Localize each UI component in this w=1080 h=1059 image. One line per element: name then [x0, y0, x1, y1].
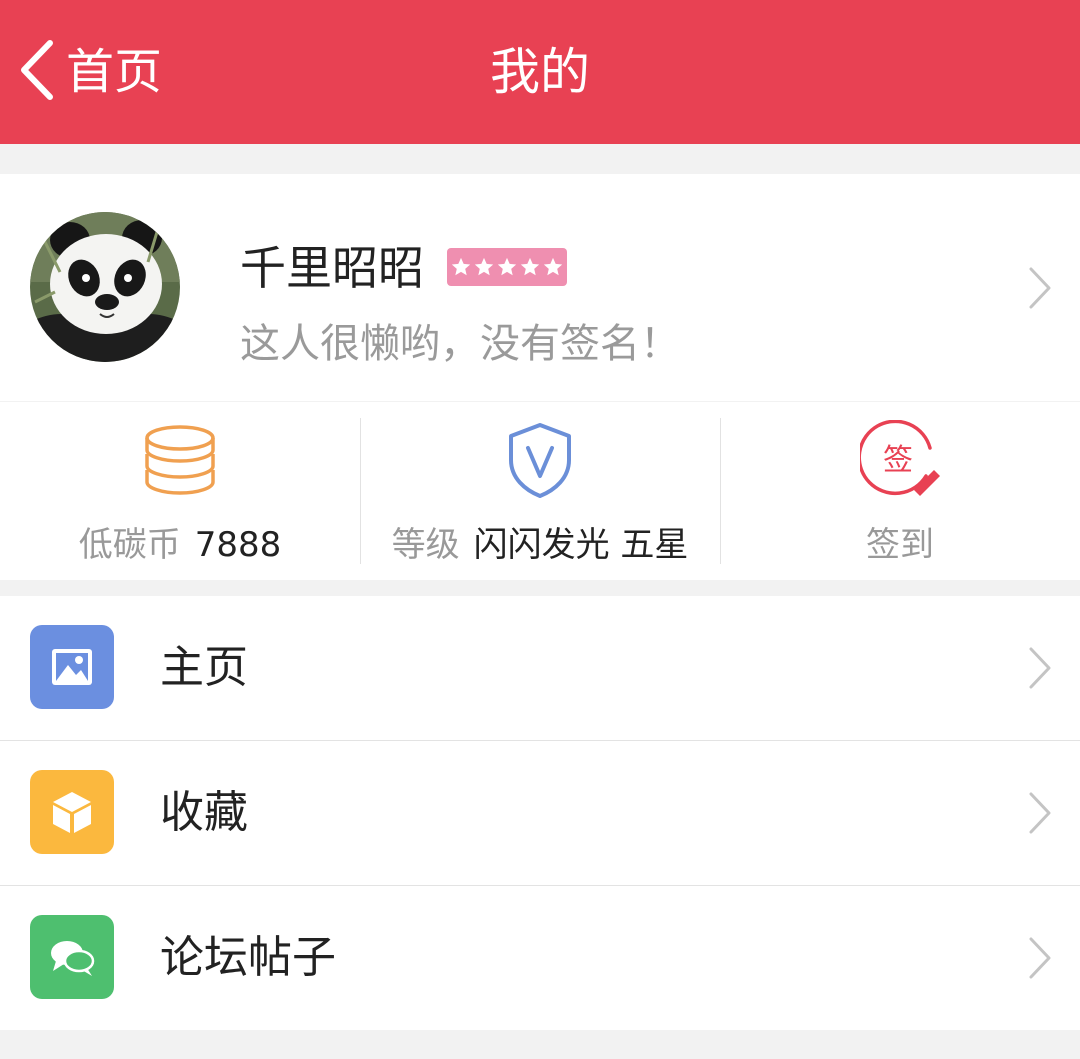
coins-label: 低碳币 — [78, 525, 181, 565]
box-icon — [30, 770, 114, 854]
chevron-right-icon — [1028, 646, 1052, 690]
chevron-right-icon — [1028, 791, 1052, 835]
coins-value: 7888 — [194, 525, 282, 565]
menu-item-forum-posts[interactable]: 论坛帖子 — [0, 885, 1080, 1030]
menu-label-favorites: 收藏 — [160, 787, 248, 838]
image-icon — [30, 625, 114, 709]
coin-stack-icon — [140, 420, 220, 500]
menu-label-home: 主页 — [160, 642, 248, 693]
page-title: 我的 — [490, 43, 590, 101]
level-value: 闪闪发光 五星 — [473, 525, 689, 565]
signature: 这人很懒哟，没有签名！ — [240, 321, 680, 367]
star-icon — [497, 257, 517, 276]
stats-row: 低碳币 7888 等级 闪闪发光 五星 签 签到 — [0, 402, 1080, 580]
chevron-right-icon — [1028, 266, 1052, 310]
panda-avatar-icon — [30, 212, 180, 362]
sign-in-icon: 签 — [860, 420, 940, 500]
level-label: 等级 — [391, 525, 460, 565]
chevron-right-icon — [1028, 936, 1052, 980]
signin-stat[interactable]: 签 签到 — [720, 402, 1080, 580]
menu-list: 主页 收藏 论坛帖子 — [0, 596, 1080, 1030]
shield-v-icon — [500, 420, 580, 500]
menu-item-home[interactable]: 主页 — [0, 596, 1080, 740]
star-icon — [543, 257, 563, 276]
top-bar: 首页 我的 — [0, 0, 1080, 144]
star-icon — [451, 257, 471, 276]
profile-card[interactable]: 千里昭昭 这人很懒哟，没有签名！ — [0, 174, 1080, 401]
username: 千里昭昭 — [240, 241, 424, 295]
star-rating-badge — [447, 248, 567, 286]
star-icon — [520, 257, 540, 276]
avatar[interactable] — [30, 212, 180, 362]
coins-stat[interactable]: 低碳币 7888 — [0, 402, 360, 580]
star-icon — [474, 257, 494, 276]
chat-bubbles-icon — [30, 915, 114, 999]
level-stat[interactable]: 等级 闪闪发光 五星 — [360, 402, 720, 580]
menu-item-favorites[interactable]: 收藏 — [0, 740, 1080, 885]
signin-icon-char: 签 — [883, 443, 913, 478]
menu-label-forum-posts: 论坛帖子 — [160, 932, 336, 983]
signin-label: 签到 — [866, 525, 934, 565]
